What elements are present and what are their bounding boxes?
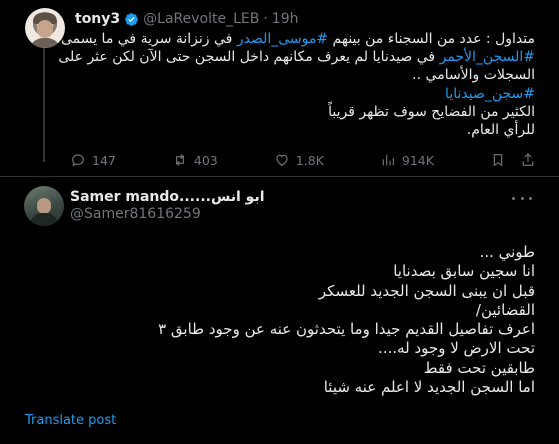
repost-button[interactable]: 403 [172, 151, 218, 169]
like-button[interactable]: 1.8K [274, 151, 324, 169]
tweet-text-line: الكثير من الفضايح سوف تظهر قريباً [75, 103, 535, 121]
reply-count: 147 [92, 152, 116, 168]
reply-icon [72, 154, 84, 167]
reply-text-line: القضائين/ [475, 300, 535, 319]
tweet-text-segment: للرأي العام. [466, 122, 535, 139]
reply-header: ابو انس......Samer mando [70, 189, 265, 205]
hashtag-link[interactable]: #سجن_صيدنايا [445, 86, 535, 102]
avatar[interactable] [25, 8, 65, 48]
reply-avatar[interactable] [24, 186, 64, 226]
views-icon [382, 154, 394, 166]
tweet-text-line: #سجن_صيدنايا [75, 85, 535, 103]
tweet-text-segment: السجلات والأسامي .. [412, 67, 535, 84]
divider [0, 176, 559, 177]
tweet-text-line: السجلات والأسامي .. [75, 66, 535, 84]
thread-connector-line [43, 44, 45, 162]
like-icon [276, 154, 288, 166]
bookmark-icon[interactable] [490, 152, 506, 168]
tweet-text-segment: الكثير من الفضايح سوف تظهر قريباً [328, 103, 535, 120]
reply-text-line: اما السجن الجديد لا اعلم عنه شيئا [323, 378, 535, 397]
reply-text-line: طوني ... [479, 243, 535, 261]
tweet-text-line: متداول : عدد من السجناء من بينهم #موسى_ا… [61, 30, 535, 48]
tweet-text-line: #السجن_الأحمر في صيدنايا لم يعرف مكانهم … [58, 48, 535, 66]
reply-handle[interactable]: @Samer81616259 [70, 206, 201, 222]
views-count: 914K [401, 152, 434, 168]
repost-icon [175, 154, 184, 166]
tweet-text-segment: متداول : عدد من السجناء من بينهم [328, 31, 535, 47]
reply-text-line: تحت الارض لا وجود له.... [378, 339, 535, 358]
action-bar: 147 403 1.8K 914K [70, 151, 536, 169]
repost-count: 403 [193, 152, 218, 168]
tweet-header: tony3 @LaRevolte_LEB · 19h [75, 9, 298, 29]
verified-badge-icon [125, 12, 139, 26]
tweet-text-line: للرأي العام. [75, 121, 535, 139]
reply-text-line: قبل ان يبنى السجن الجديد للعسكر [318, 281, 535, 300]
reply-button[interactable]: 147 [70, 151, 116, 169]
reply-text-line: طابقين تحت فقط [423, 358, 535, 377]
reply-text-line: اعرف تفاصيل القديم جيدا وما يتحدثون عنه … [158, 320, 535, 339]
separator: · [263, 11, 268, 27]
views-button[interactable]: 914K [380, 151, 434, 169]
like-count: 1.8K [295, 152, 324, 168]
hashtag-link[interactable]: #السجن_الأحمر [440, 49, 535, 65]
translate-post-link[interactable]: Translate post [25, 413, 116, 428]
tweet-text: متداول : عدد من السجناء من بينهم #موسى_ا… [58, 30, 535, 139]
reply-display-name[interactable]: ابو انس......Samer mando [70, 189, 265, 205]
more-icon[interactable] [512, 191, 532, 205]
reply-text: طوني ... انا سجين سابق بصدنايا قبل ان يبنى… [65, 243, 535, 397]
reply-text-line: انا سجين سابق بصدنايا [393, 262, 535, 281]
display-name[interactable]: tony3 [75, 11, 120, 27]
tweet-text-segment: في صيدنايا لم يعرف مكانهم داخل السجن حتى… [58, 49, 440, 66]
hashtag-link[interactable]: #موسى_الصدر [237, 31, 328, 47]
timestamp[interactable]: 19h [272, 11, 299, 27]
tweet-text-segment: في زنزانة سرية في ما يسمى [60, 31, 237, 47]
share-actions [490, 151, 536, 169]
handle[interactable]: @LaRevolte_LEB [143, 11, 259, 27]
share-icon[interactable] [520, 152, 536, 168]
